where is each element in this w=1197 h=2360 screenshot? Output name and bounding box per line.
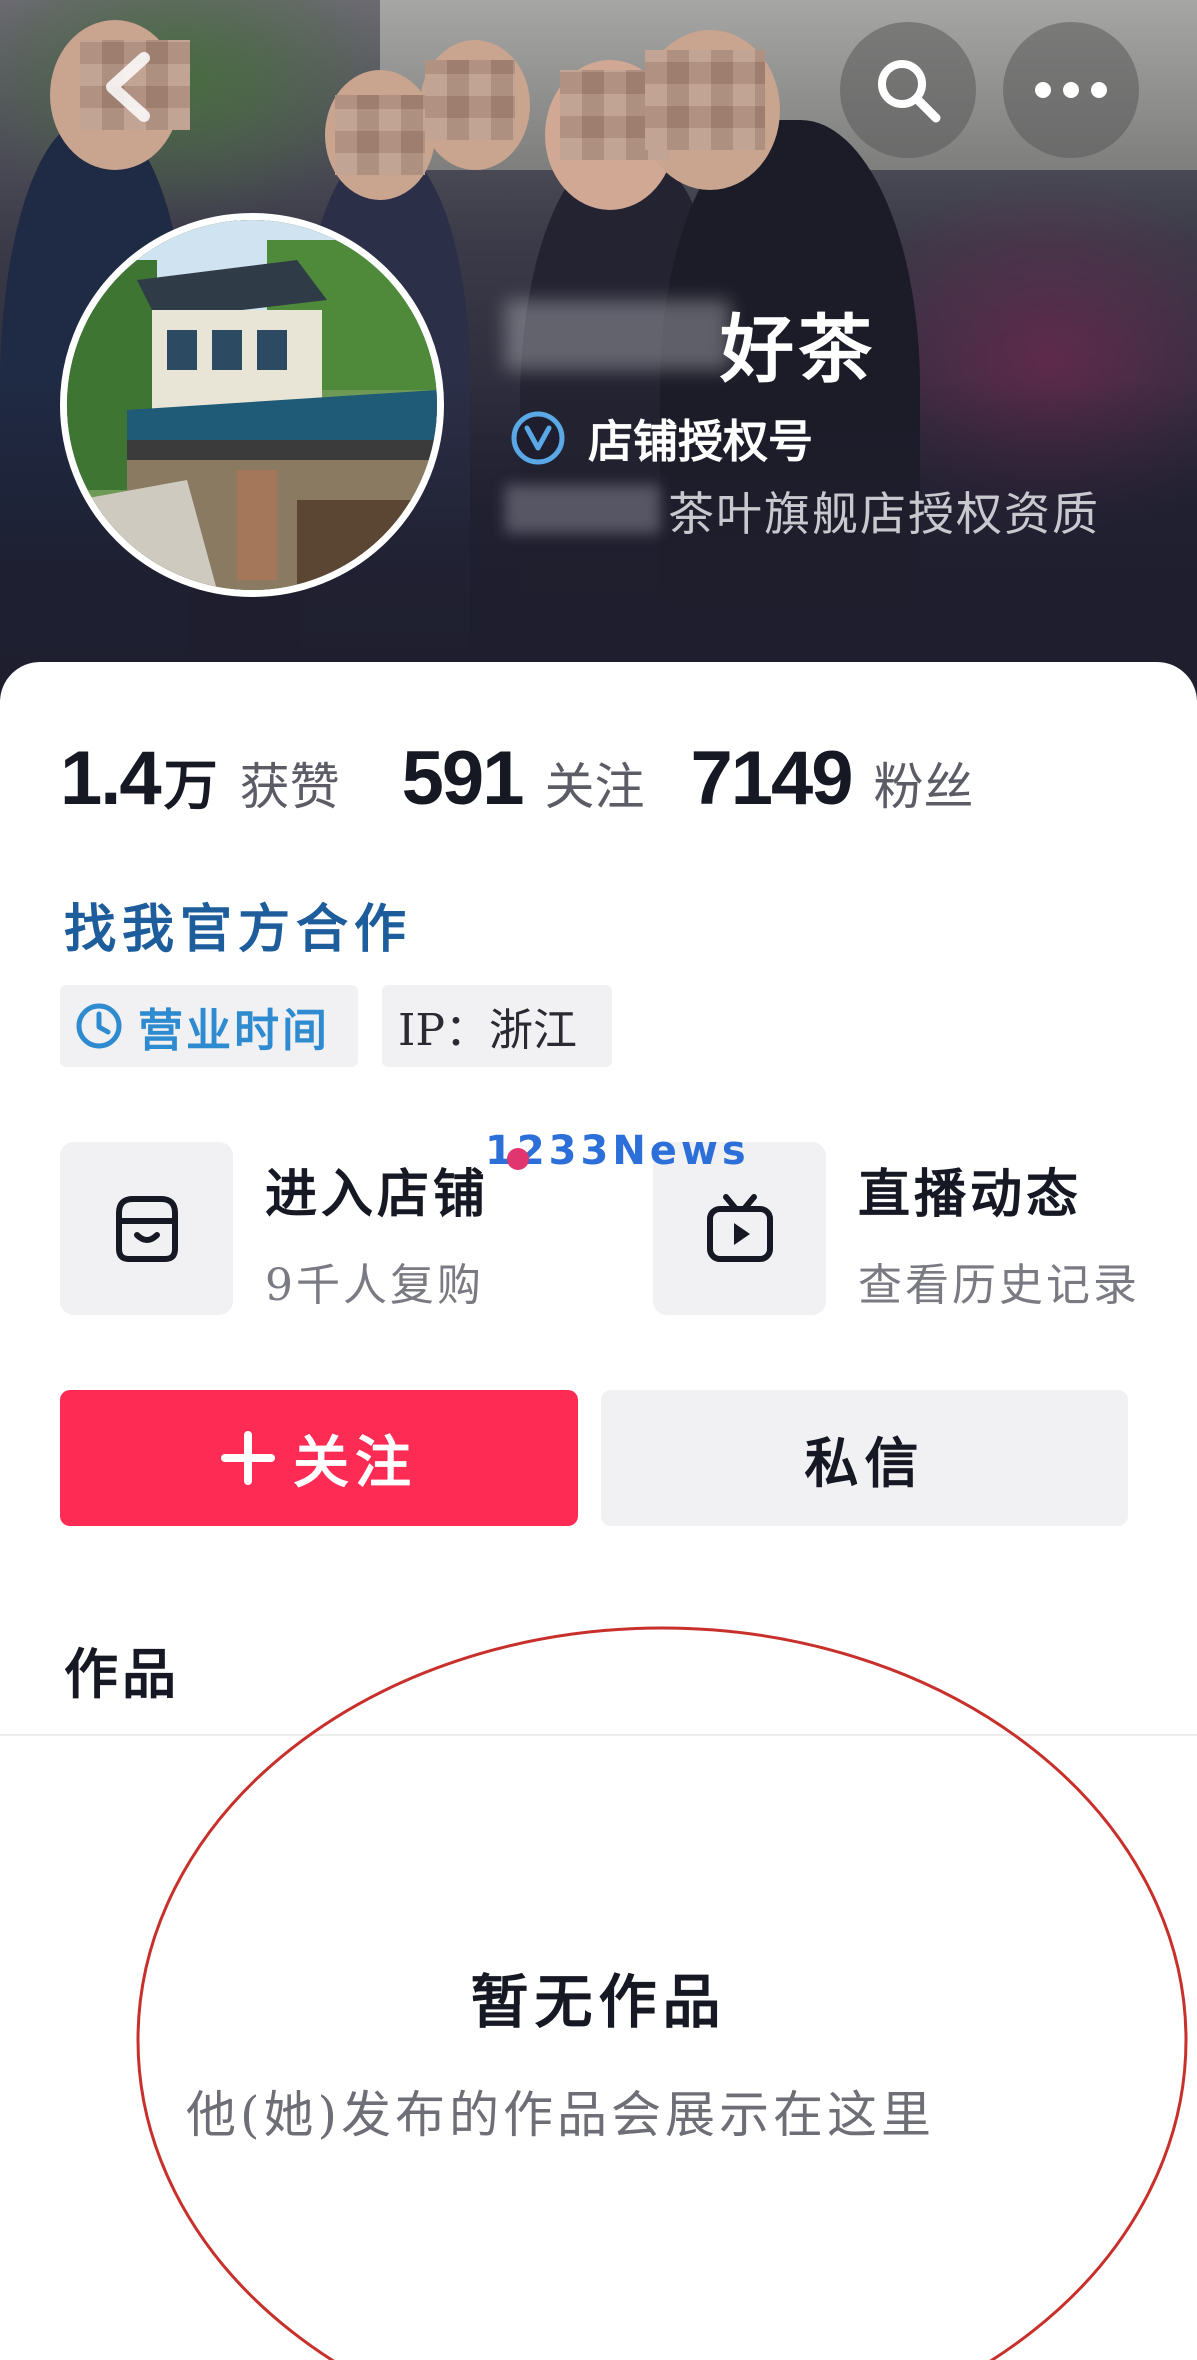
pixelated-face	[425, 60, 515, 140]
following-count[interactable]: 591	[402, 735, 525, 822]
likes-label[interactable]: 获赞	[240, 747, 340, 819]
official-cooperation-link[interactable]: 找我官方合作	[64, 887, 412, 962]
shop-icon	[115, 1195, 178, 1262]
blurred-name-prefix	[505, 300, 730, 370]
likes-count: 1.4	[60, 736, 162, 821]
shop-avatar[interactable]	[60, 213, 444, 597]
pixelated-face	[645, 50, 765, 150]
shop-name: 好茶	[720, 307, 876, 393]
empty-state-subtitle: 他(她)发布的作品会展示在这里	[186, 2086, 936, 2144]
clock-icon	[76, 1003, 122, 1049]
pixelated-face	[335, 95, 425, 175]
ip-location-tag: IP：浙江	[382, 985, 612, 1067]
verified-v-icon	[511, 411, 565, 464]
live-updates-subtitle: 查看历史记录	[858, 1260, 1140, 1311]
back-button[interactable]	[100, 52, 160, 122]
search-icon	[878, 60, 941, 123]
blurred-brand-prefix	[505, 485, 660, 533]
following-label[interactable]: 关注	[544, 747, 644, 819]
message-label: 私信	[804, 1430, 925, 1495]
more-dots-icon	[1035, 82, 1107, 98]
enter-shop-subtitle: 9千人复购	[265, 1260, 484, 1311]
authorization-text: 茶叶旗舰店授权资质	[668, 487, 1100, 541]
likes-unit: 万	[163, 753, 218, 817]
enter-shop-title: 进入店铺	[265, 1164, 490, 1225]
enter-shop-entry[interactable]: 进入店铺 9千人复购	[60, 1142, 489, 1315]
follow-label: 关注	[293, 1429, 417, 1496]
followers-count[interactable]: 7149	[690, 735, 853, 822]
empty-state-title: 暂无作品	[470, 1968, 727, 2036]
chevron-left-icon	[106, 52, 150, 122]
more-button[interactable]	[1003, 22, 1139, 158]
search-button[interactable]	[840, 22, 976, 158]
message-button[interactable]: 私信	[601, 1390, 1128, 1526]
stats-row: 1.4 万 获赞 591 关注 7149 粉丝	[60, 735, 974, 825]
avatar-building-image	[67, 220, 437, 590]
business-hours-tag[interactable]: 营业时间	[60, 985, 358, 1067]
follow-button[interactable]: 关注	[60, 1390, 578, 1526]
followers-label[interactable]: 粉丝	[874, 747, 974, 819]
business-hours-label: 营业时间	[138, 1003, 331, 1057]
shop-icon-box	[60, 1142, 233, 1315]
verified-badge-row[interactable]: 店铺授权号	[510, 405, 813, 470]
live-updates-title: 直播动态	[858, 1164, 1083, 1225]
tv-play-icon	[706, 1193, 773, 1262]
plus-icon	[221, 1431, 275, 1485]
verified-label: 店铺授权号	[588, 415, 814, 468]
watermark-dot	[507, 1148, 529, 1170]
